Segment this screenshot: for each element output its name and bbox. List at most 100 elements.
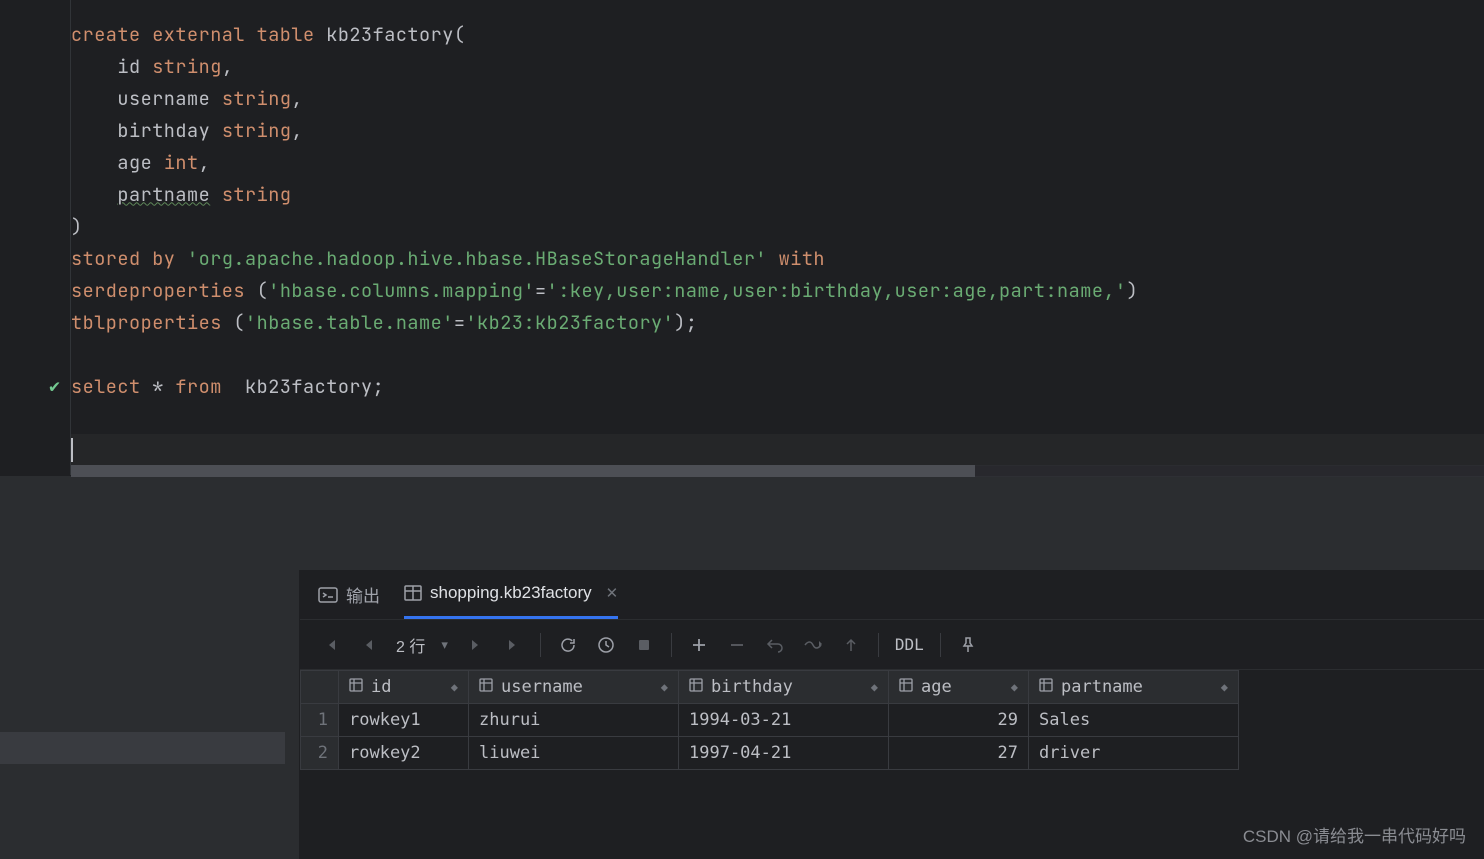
scrollbar-thumb[interactable] <box>71 465 975 477</box>
history-button[interactable] <box>589 628 623 662</box>
cell-birthday[interactable]: 1997-04-21 <box>679 737 889 770</box>
code-line[interactable]: create external table kb23factory( <box>71 18 1484 50</box>
code-line[interactable]: id string, <box>71 50 1484 82</box>
revert-button[interactable] <box>758 628 792 662</box>
services-sidebar[interactable] <box>0 570 300 859</box>
column-label: partname <box>1061 677 1143 697</box>
code-line[interactable]: tblproperties ('hbase.table.name'='kb23:… <box>71 306 1484 338</box>
gutter-line: ✔ <box>49 370 60 402</box>
first-page-button[interactable] <box>314 628 348 662</box>
upload-button[interactable] <box>834 628 868 662</box>
code-token: = <box>535 278 547 303</box>
code-line[interactable]: partname string <box>71 178 1484 210</box>
code-token: string <box>222 118 292 143</box>
text-cursor <box>71 438 73 462</box>
code-token: birthday <box>71 118 222 143</box>
close-icon[interactable]: ✕ <box>606 584 619 602</box>
code-token: * <box>152 374 175 399</box>
cell-partname[interactable]: driver <box>1029 737 1239 770</box>
result-toolbar: 2 行 ▾ <box>300 620 1484 670</box>
code-line[interactable] <box>71 434 1484 466</box>
sort-icon: ◆ <box>1221 680 1228 694</box>
code-line[interactable]: serdeproperties ('hbase.columns.mapping'… <box>71 274 1484 306</box>
code-line[interactable] <box>71 402 1484 434</box>
code-token: ( <box>257 278 269 303</box>
tab-result[interactable]: shopping.kb23factory ✕ <box>404 570 618 619</box>
code-token: table <box>257 22 327 47</box>
code-token: , <box>291 86 303 111</box>
code-pane[interactable]: create external table kb23factory( id st… <box>70 0 1484 475</box>
tab-output[interactable]: 输出 <box>318 570 380 619</box>
table-row[interactable]: 2rowkey2liuwei1997-04-2127driver <box>301 737 1239 770</box>
next-page-button[interactable] <box>458 628 492 662</box>
code-token: ) <box>674 310 686 335</box>
code-token: , <box>291 118 303 143</box>
row-number: 2 <box>301 737 339 770</box>
column-icon <box>1039 678 1053 696</box>
sort-icon: ◆ <box>1011 680 1018 694</box>
remove-row-button[interactable] <box>720 628 754 662</box>
row-number: 1 <box>301 704 339 737</box>
refresh-button[interactable] <box>551 628 585 662</box>
code-line[interactable]: birthday string, <box>71 114 1484 146</box>
last-page-button[interactable] <box>496 628 530 662</box>
code-token: string <box>222 182 292 207</box>
column-label: birthday <box>711 677 793 697</box>
code-token: 'kb23:kb23factory' <box>465 310 674 335</box>
dropdown-icon[interactable]: ▾ <box>435 637 454 653</box>
cell-username[interactable]: zhurui <box>469 704 679 737</box>
column-header-partname[interactable]: partname ◆ <box>1029 671 1239 704</box>
code-token <box>210 182 222 207</box>
cell-id[interactable]: rowkey1 <box>339 704 469 737</box>
row-count-label: 2 行 <box>390 633 431 657</box>
cell-birthday[interactable]: 1994-03-21 <box>679 704 889 737</box>
code-token: from <box>175 374 245 399</box>
code-token: partname <box>117 182 210 207</box>
cell-id[interactable]: rowkey2 <box>339 737 469 770</box>
results-area: 输出 shopping.kb23factory ✕ 2 行 ▾ <box>300 570 1484 859</box>
column-icon <box>349 678 363 696</box>
cell-age[interactable]: 27 <box>889 737 1029 770</box>
code-token: stored by <box>71 246 187 271</box>
column-icon <box>479 678 493 696</box>
cell-partname[interactable]: Sales <box>1029 704 1239 737</box>
code-token: string <box>222 86 292 111</box>
prev-page-button[interactable] <box>352 628 386 662</box>
add-row-button[interactable] <box>682 628 716 662</box>
sort-icon: ◆ <box>871 680 878 694</box>
code-token: , <box>199 150 211 175</box>
table-icon <box>404 585 422 601</box>
code-token: ( <box>454 22 466 47</box>
result-table[interactable]: id◆username◆birthday◆age◆partname◆ 1rowk… <box>300 670 1239 770</box>
code-token: ) <box>71 214 83 239</box>
code-line[interactable]: ) <box>71 210 1484 242</box>
code-token: ) <box>1127 278 1139 303</box>
column-header-id[interactable]: id◆ <box>339 671 469 704</box>
code-token: kb23factory <box>245 374 373 399</box>
ddl-button[interactable]: DDL <box>889 635 930 654</box>
cell-age[interactable]: 29 <box>889 704 1029 737</box>
column-header-age[interactable]: age◆ <box>889 671 1029 704</box>
column-header-birthday[interactable]: birthday ◆ <box>679 671 889 704</box>
terminal-icon <box>318 587 338 603</box>
pin-button[interactable] <box>951 628 985 662</box>
cell-username[interactable]: liuwei <box>469 737 679 770</box>
code-token: external <box>152 22 256 47</box>
column-header-username[interactable]: username◆ <box>469 671 679 704</box>
code-line[interactable]: username string, <box>71 82 1484 114</box>
code-token: age <box>71 150 164 175</box>
scrollbar-horizontal[interactable] <box>71 465 1484 477</box>
bottom-panel: 输出 shopping.kb23factory ✕ 2 行 ▾ <box>0 570 1484 859</box>
code-line[interactable]: stored by 'org.apache.hadoop.hive.hbase.… <box>71 242 1484 274</box>
code-token: ; <box>373 374 385 399</box>
tab-output-label: 输出 <box>346 582 380 607</box>
code-line[interactable]: age int, <box>71 146 1484 178</box>
stop-button[interactable] <box>627 628 661 662</box>
code-line[interactable] <box>71 338 1484 370</box>
code-line[interactable]: select * from kb23factory; <box>71 370 1484 402</box>
code-token: select <box>71 374 152 399</box>
code-token: = <box>454 310 466 335</box>
submit-button[interactable] <box>796 628 830 662</box>
table-row[interactable]: 1rowkey1zhurui1994-03-2129Sales <box>301 704 1239 737</box>
code-token: ; <box>686 310 698 335</box>
